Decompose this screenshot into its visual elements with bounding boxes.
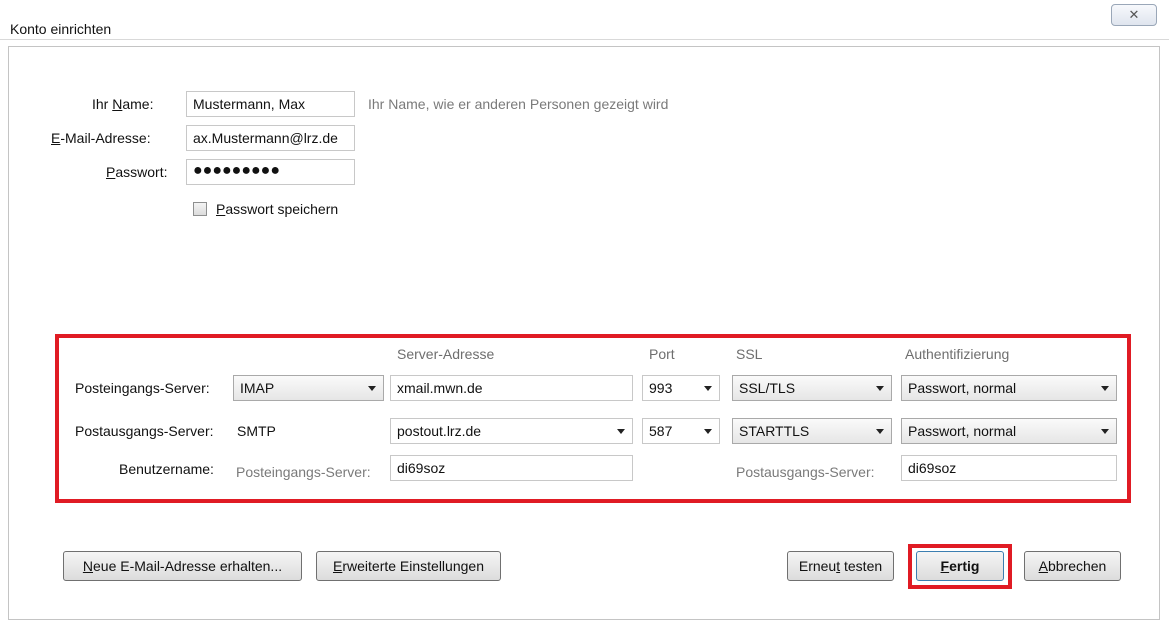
header-authentication: Authentifizierung xyxy=(905,346,1010,362)
outgoing-server-label: Postausgangs-Server: xyxy=(75,423,214,439)
chevron-down-icon xyxy=(1101,429,1109,434)
chevron-down-icon xyxy=(368,386,376,391)
incoming-port-combobox[interactable]: 993 xyxy=(642,375,720,401)
outgoing-username-field[interactable]: di69soz xyxy=(901,455,1117,481)
incoming-protocol-select[interactable]: IMAP xyxy=(233,375,384,401)
name-label: Ihr Name: xyxy=(92,96,154,112)
username-incoming-label: Posteingangs-Server: xyxy=(236,464,371,480)
outgoing-auth-select[interactable]: Passwort, normal xyxy=(901,418,1117,444)
chevron-down-icon xyxy=(617,429,625,434)
retest-button[interactable]: Erneut testen xyxy=(787,551,894,581)
username-outgoing-label: Postausgangs-Server: xyxy=(736,464,875,480)
close-icon: ✕ xyxy=(1128,7,1140,22)
title-bar: Konto einrichten ✕ xyxy=(0,0,1169,40)
incoming-auth-select[interactable]: Passwort, normal xyxy=(901,375,1117,401)
incoming-ssl-select[interactable]: SSL/TLS xyxy=(732,375,892,401)
incoming-username-field[interactable]: di69soz xyxy=(390,455,633,481)
name-hint: Ihr Name, wie er anderen Personen gezeig… xyxy=(368,96,669,112)
outgoing-ssl-select[interactable]: STARTTLS xyxy=(732,418,892,444)
close-button[interactable]: ✕ xyxy=(1111,4,1157,26)
email-field[interactable]: ax.Mustermann@lrz.de xyxy=(186,125,355,151)
header-port: Port xyxy=(649,346,675,362)
chevron-down-icon xyxy=(876,429,884,434)
cancel-button[interactable]: Abbrechen xyxy=(1024,551,1121,581)
name-field[interactable]: Mustermann, Max xyxy=(186,91,355,117)
advanced-settings-button[interactable]: Erweiterte Einstellungen xyxy=(316,551,501,581)
save-password-checkbox[interactable] xyxy=(193,202,207,216)
chevron-down-icon xyxy=(704,386,712,391)
header-ssl: SSL xyxy=(736,346,763,362)
save-password-label[interactable]: Passwort speichern xyxy=(216,201,338,217)
account-setup-dialog: Konto einrichten ✕ Ihr Name: Mustermann,… xyxy=(0,0,1169,628)
username-label: Benutzername: xyxy=(119,461,214,477)
outgoing-protocol: SMTP xyxy=(237,423,276,439)
password-field[interactable]: ●●●●●●●●● xyxy=(186,159,355,185)
header-server-address: Server-Adresse xyxy=(397,346,495,362)
chevron-down-icon xyxy=(704,429,712,434)
email-label: E-Mail-Adresse: xyxy=(51,130,151,146)
password-label: Passwort: xyxy=(106,164,168,180)
chevron-down-icon xyxy=(1101,386,1109,391)
outgoing-server-address-combobox[interactable]: postout.lrz.de xyxy=(390,418,633,444)
new-email-address-button[interactable]: Neue E-Mail-Adresse erhalten... xyxy=(63,551,302,581)
incoming-server-address-field[interactable]: xmail.mwn.de xyxy=(390,375,633,401)
done-button[interactable]: Fertig xyxy=(916,551,1004,581)
incoming-server-label: Posteingangs-Server: xyxy=(75,380,210,396)
outgoing-port-combobox[interactable]: 587 xyxy=(642,418,720,444)
window-title: Konto einrichten xyxy=(10,21,112,37)
dialog-content xyxy=(8,46,1160,620)
chevron-down-icon xyxy=(876,386,884,391)
